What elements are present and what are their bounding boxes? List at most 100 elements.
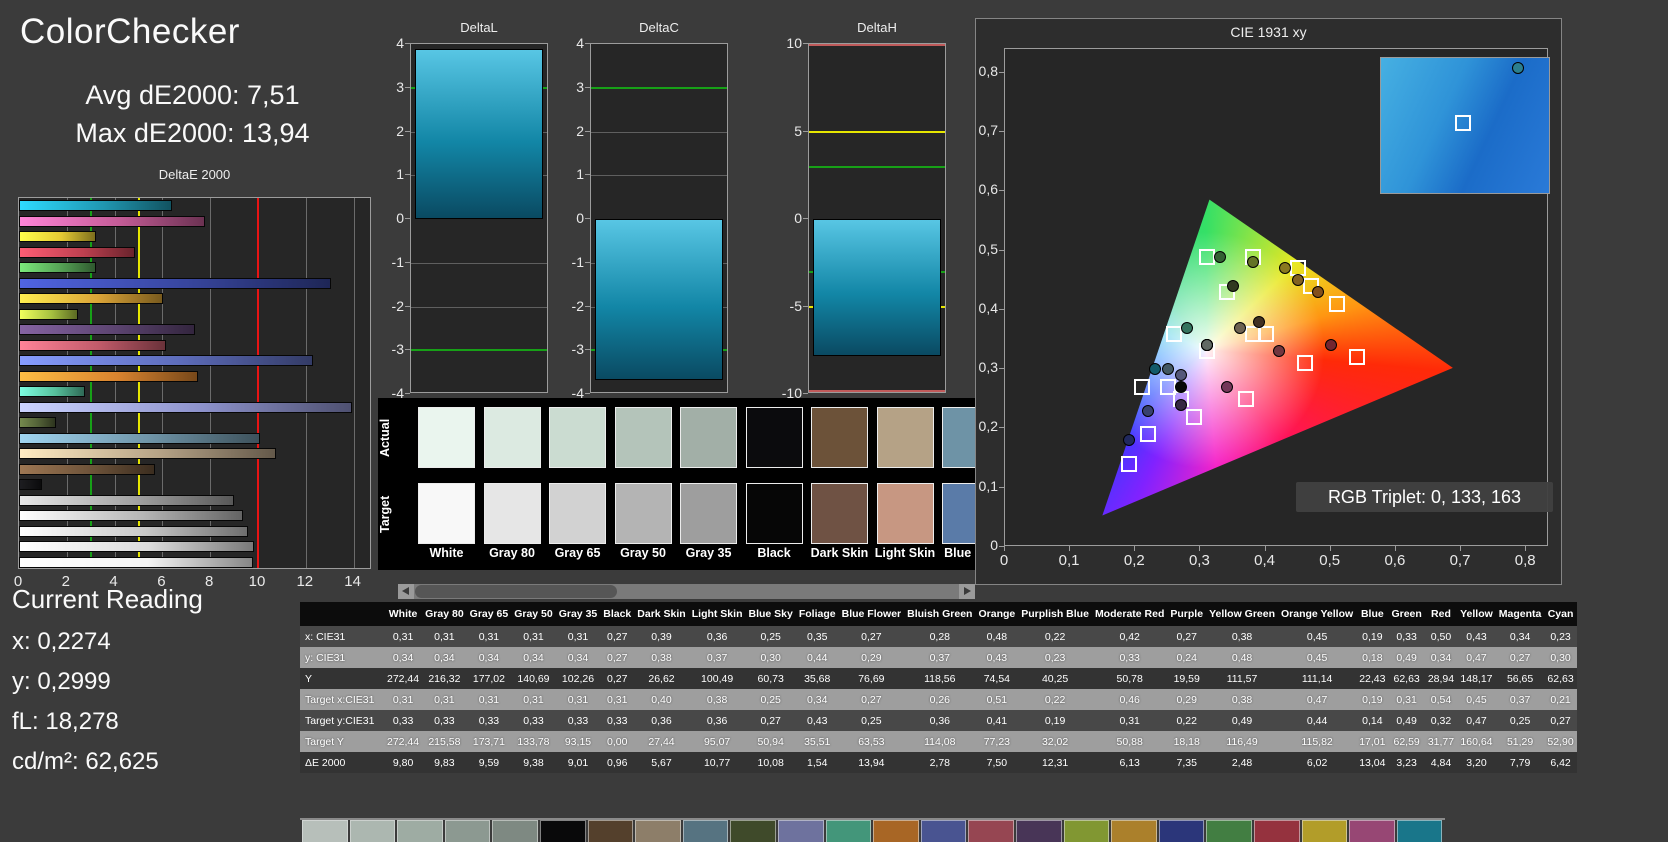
- deltaC-y-tick-label: -2: [548, 298, 584, 314]
- table-column-header: Cyan: [1544, 602, 1576, 626]
- table-cell: 40,25: [1018, 668, 1092, 689]
- actual-swatch-gray-65[interactable]: [549, 407, 606, 468]
- table-row-label: Y: [300, 668, 384, 689]
- table-cell: 28,94: [1425, 668, 1457, 689]
- table-cell: 50,94: [745, 731, 795, 752]
- target-swatch-light-skin[interactable]: [877, 483, 934, 544]
- table-cell: 0,48: [975, 626, 1018, 647]
- table-corner-cell: [300, 602, 384, 626]
- table-cell: 0,31: [600, 689, 634, 710]
- deltae-x-tick-label: 14: [338, 573, 368, 590]
- deltah-chart: [808, 43, 946, 393]
- table-cell: 0,37: [1496, 689, 1545, 710]
- table-cell: 111,14: [1278, 668, 1356, 689]
- table-cell: 50,88: [1092, 731, 1167, 752]
- table-cell: 0,34: [384, 647, 422, 668]
- deltaC-y-tick-label: 3: [548, 79, 584, 95]
- deltaL-gridline: [411, 307, 547, 308]
- deltaL-reference-line: [411, 349, 547, 351]
- table-cell: 111,57: [1206, 668, 1278, 689]
- actual-swatch-light-skin[interactable]: [877, 407, 934, 468]
- table-cell: 100,49: [689, 668, 746, 689]
- table-cell: 10,08: [745, 752, 795, 773]
- table-cell: 0,44: [1278, 710, 1356, 731]
- table-cell: 0,34: [796, 689, 839, 710]
- target-swatch-gray-80[interactable]: [484, 483, 541, 544]
- table-cell: 12,31: [1018, 752, 1092, 773]
- deltaC-gridline: [591, 175, 727, 176]
- current-reading-y: y: 0,2999: [12, 668, 111, 696]
- table-cell: 27,44: [634, 731, 688, 752]
- target-swatch-gray-50[interactable]: [615, 483, 672, 544]
- deltaL-y-tick-label: 2: [368, 123, 404, 139]
- deltaH-y-tick-label: -10: [766, 385, 802, 401]
- bottom-strip-swatch-green: [1206, 820, 1252, 842]
- deltae-bar-gray-50: [19, 510, 243, 521]
- table-cell: 0,31: [467, 689, 512, 710]
- cie-y-tick-label: 0,4: [962, 300, 998, 316]
- actual-swatch-white[interactable]: [418, 407, 475, 468]
- table-cell: 60,73: [745, 668, 795, 689]
- actual-swatch-blue-sky[interactable]: [942, 407, 975, 468]
- table-cell: 272,44: [384, 731, 422, 752]
- table-cell: 0,22: [1167, 710, 1206, 731]
- table-column-header: Orange: [975, 602, 1018, 626]
- table-cell: 0,47: [1457, 647, 1496, 668]
- target-swatch-black[interactable]: [746, 483, 803, 544]
- table-cell: 0,26: [904, 689, 975, 710]
- table-cell: 0,27: [600, 668, 634, 689]
- cie-x-tick-label: 0,4: [1245, 552, 1285, 569]
- table-cell: 0,45: [1278, 647, 1356, 668]
- table-cell: 0,49: [1206, 710, 1278, 731]
- table-cell: 0,25: [839, 710, 905, 731]
- actual-swatch-black[interactable]: [746, 407, 803, 468]
- target-swatch-white[interactable]: [418, 483, 475, 544]
- table-cell: 0,19: [1356, 689, 1388, 710]
- scrollbar-thumb[interactable]: [415, 585, 617, 598]
- table-cell: 0,27: [1496, 647, 1545, 668]
- table-cell: 56,65: [1496, 668, 1545, 689]
- deltaH-bar: [813, 219, 941, 356]
- cie-y-tick: [999, 190, 1004, 191]
- cie-target-point-bluish-green: [1166, 326, 1182, 342]
- deltaL-y-tick: [405, 131, 410, 132]
- target-swatch-gray-65[interactable]: [549, 483, 606, 544]
- table-cell: 0,34: [1496, 626, 1545, 647]
- target-swatch-dark-skin[interactable]: [811, 483, 868, 544]
- cie-y-tick: [999, 72, 1004, 73]
- table-cell: 0,22: [1018, 689, 1092, 710]
- deltac-chart-title: DeltaC: [590, 20, 728, 35]
- bottom-strip-swatch-blue-flower: [778, 820, 824, 842]
- cie-measured-point-purplish-blue: [1142, 405, 1154, 417]
- table-row: Target x:CIE310,310,310,310,310,310,310,…: [300, 689, 1577, 710]
- deltaC-y-tick: [585, 306, 590, 307]
- table-cell: 0,54: [1425, 689, 1457, 710]
- table-column-header: Blue Flower: [839, 602, 905, 626]
- cie-y-tick: [999, 131, 1004, 132]
- scroll-left-button[interactable]: [398, 584, 414, 599]
- deltaC-y-tick-label: 1: [548, 166, 584, 182]
- scroll-right-button[interactable]: [959, 584, 975, 599]
- table-cell: 9,01: [556, 752, 601, 773]
- bottom-strip-swatch-magenta: [1349, 820, 1395, 842]
- table-column-header: Moderate Red: [1092, 602, 1167, 626]
- actual-swatch-gray-50[interactable]: [615, 407, 672, 468]
- actual-swatch-dark-skin[interactable]: [811, 407, 868, 468]
- deltae-bar-bluish-green: [19, 386, 85, 397]
- table-cell: 74,54: [975, 668, 1018, 689]
- target-swatch-gray-35[interactable]: [680, 483, 737, 544]
- table-row-label: ΔE 2000: [300, 752, 384, 773]
- table-row-label: Target Y: [300, 731, 384, 752]
- table-column-header: Purplish Blue: [1018, 602, 1092, 626]
- deltae-bar-dark-skin: [19, 464, 155, 475]
- cie-target-point-purple: [1186, 409, 1202, 425]
- actual-swatch-gray-35[interactable]: [680, 407, 737, 468]
- actual-swatch-gray-80[interactable]: [484, 407, 541, 468]
- table-cell: 6,42: [1544, 752, 1576, 773]
- table-column-header: Magenta: [1496, 602, 1545, 626]
- table-cell: 0,31: [556, 689, 601, 710]
- deltaL-y-tick-label: 0: [368, 210, 404, 226]
- swatch-scrollbar[interactable]: [398, 584, 975, 599]
- table-row: Y272,44216,32177,02140,69102,260,2726,62…: [300, 668, 1577, 689]
- measurement-table: WhiteGray 80Gray 65Gray 50Gray 35BlackDa…: [300, 602, 1577, 773]
